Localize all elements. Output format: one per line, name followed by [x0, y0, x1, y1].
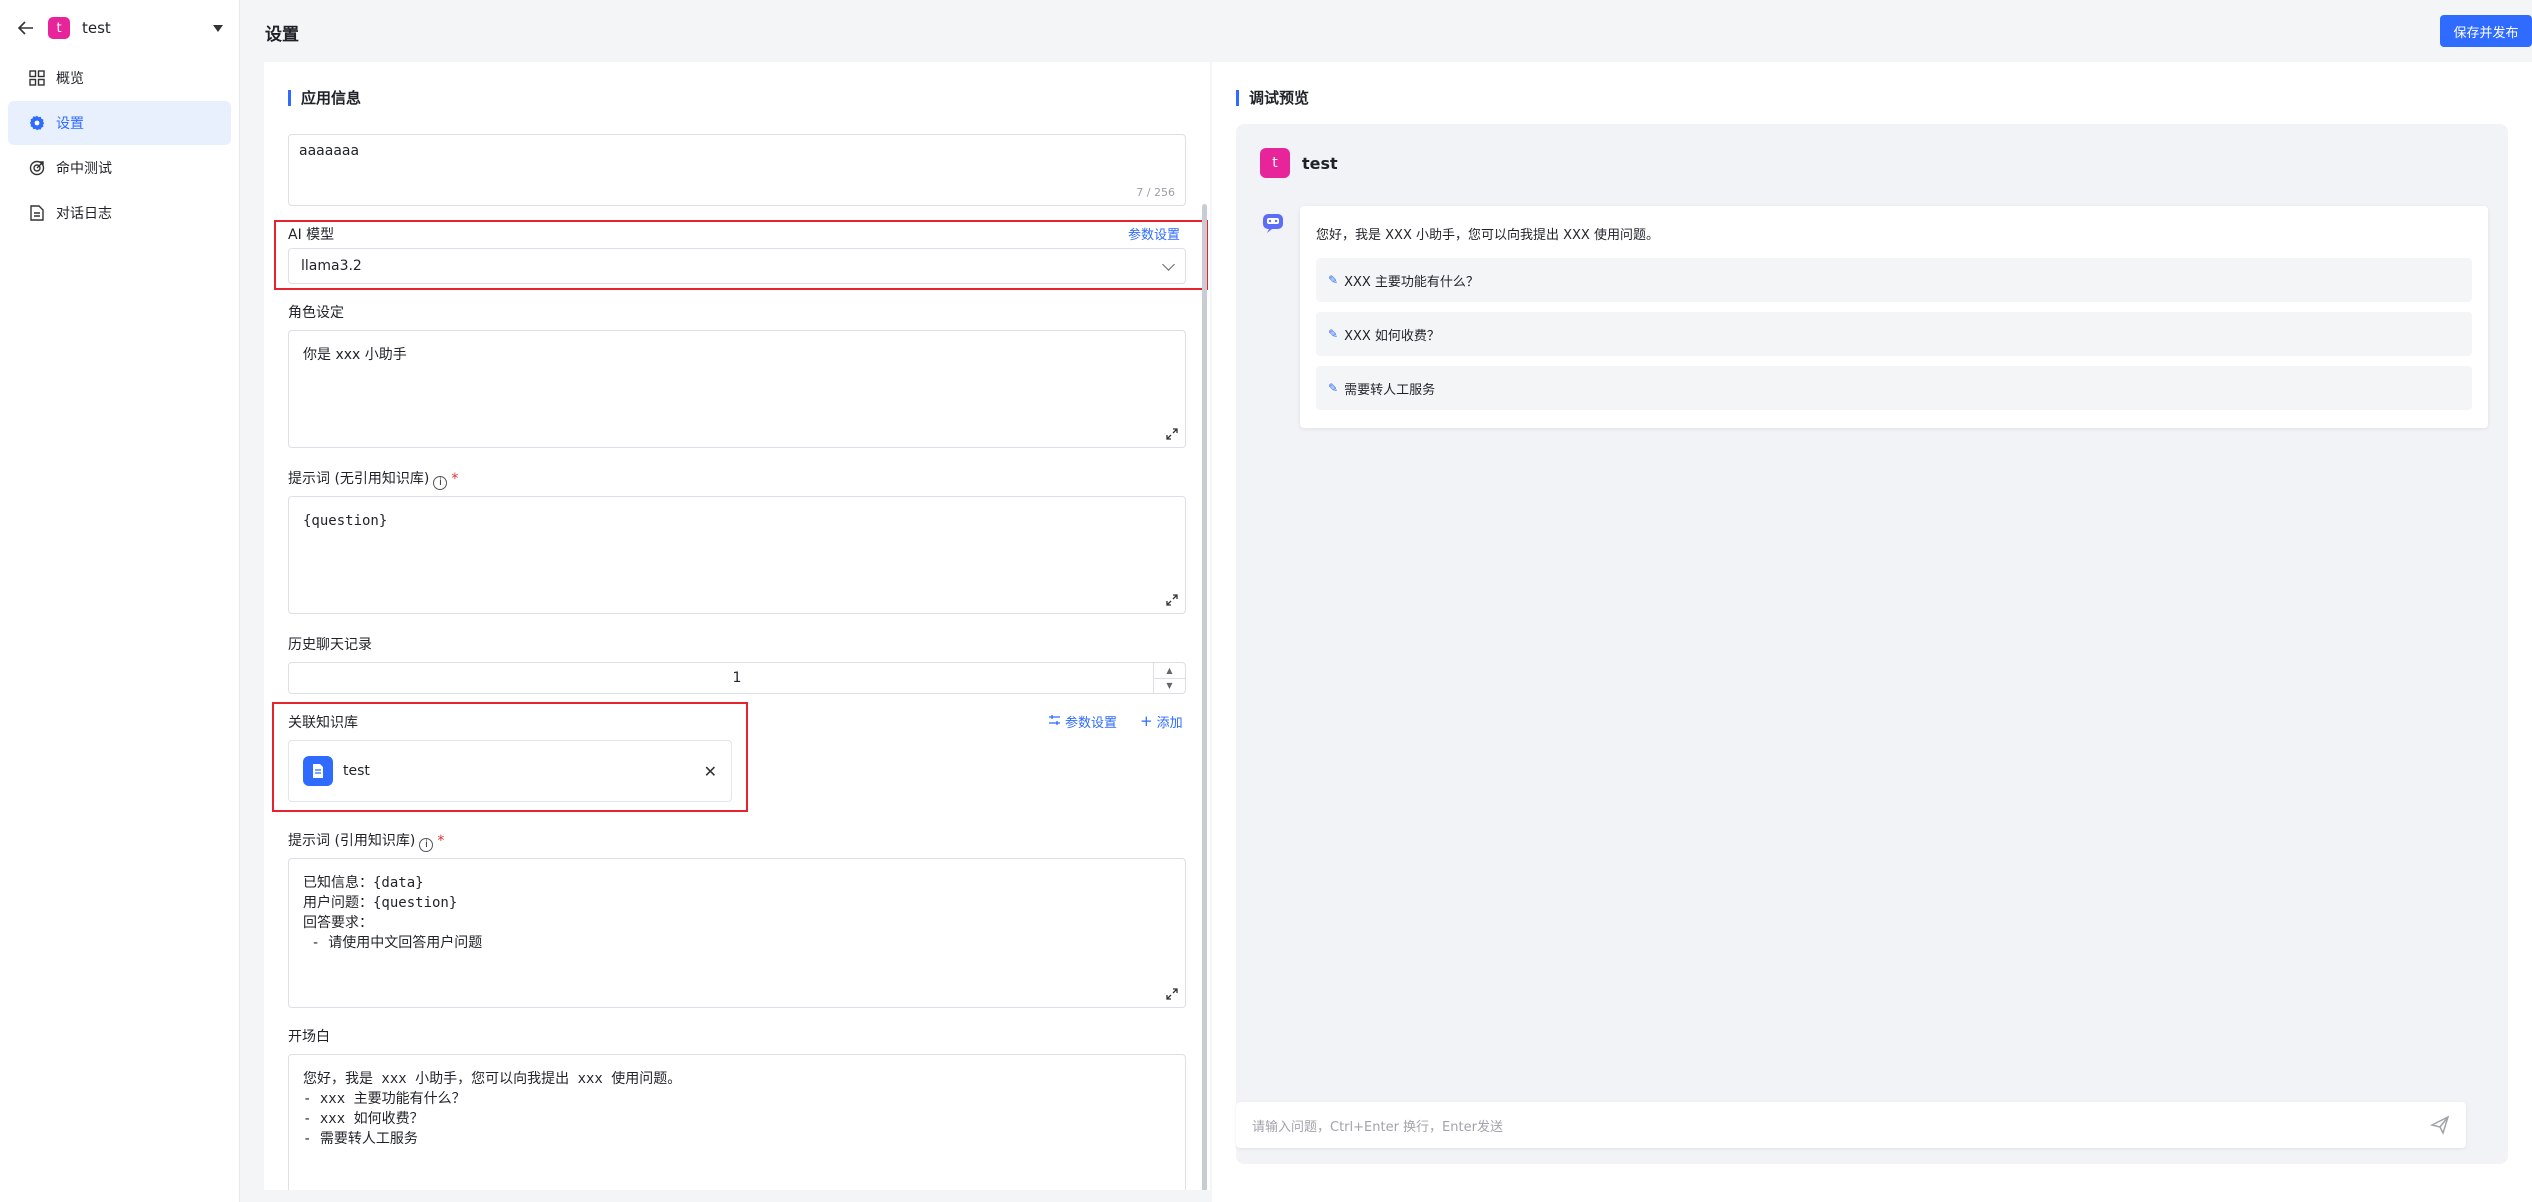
- document-icon: [28, 204, 46, 222]
- prompt-kb-label-text: 提示词 (引用知识库): [288, 833, 416, 849]
- sidebar-item-label: 命中测试: [56, 161, 112, 177]
- sidebar-item-hit-test[interactable]: 命中测试: [8, 146, 231, 190]
- save-and-publish-button[interactable]: 保存并发布: [2440, 15, 2532, 47]
- settings-scrollbar[interactable]: [1202, 204, 1207, 1190]
- bot-name: test: [1302, 153, 1338, 173]
- kb-label: 关联知识库: [288, 715, 358, 731]
- prompt-kb-field[interactable]: 已知信息：{data} 用户问题：{question} 回答要求： - 请使用中…: [288, 858, 1186, 1008]
- opening-value: 您好，我是 xxx 小助手，您可以向我提出 xxx 使用问题。 - xxx 主要…: [303, 1071, 682, 1147]
- kb-param-settings-label: 参数设置: [1065, 716, 1118, 731]
- sidebar-item-label: 设置: [56, 116, 84, 132]
- pencil-icon: ✎: [1328, 381, 1339, 395]
- prompt-kb-label: 提示词 (引用知识库) i *: [288, 830, 444, 852]
- prompt-no-kb-field[interactable]: {question}: [288, 496, 1186, 614]
- greeting-text: 您好，我是 XXX 小助手，您可以向我提出 XXX 使用问题。: [1316, 228, 1659, 243]
- pencil-icon: ✎: [1328, 273, 1339, 287]
- opening-field[interactable]: 您好，我是 xxx 小助手，您可以向我提出 xxx 使用问题。 - xxx 主要…: [288, 1054, 1186, 1190]
- role-value: 你是 xxx 小助手: [303, 347, 407, 363]
- bot-message: 您好，我是 XXX 小助手，您可以向我提出 XXX 使用问题。 ✎ XXX 主要…: [1300, 206, 2488, 428]
- ai-model-selected-value: llama3.2: [301, 258, 362, 274]
- sliders-icon: [1048, 714, 1061, 730]
- suggestion-text: 需要转人工服务: [1344, 382, 1436, 398]
- app-avatar: t: [48, 17, 70, 39]
- settings-panel: 应用信息 aaaaaaa 7 / 256 AI 模型 参数设置 llama3.2…: [264, 62, 1210, 1190]
- opening-label: 开场白: [288, 1029, 330, 1045]
- gear-icon: [28, 114, 46, 132]
- send-icon[interactable]: [2430, 1115, 2450, 1135]
- preview-area: t test 您好，我是 XXX 小助手，您可以向我提出 XXX 使用问题。 ✎…: [1236, 124, 2508, 1164]
- chevron-down-icon: [1162, 257, 1175, 271]
- expand-icon[interactable]: [1165, 987, 1179, 1001]
- app-description-field[interactable]: aaaaaaa 7 / 256: [288, 134, 1186, 206]
- decrement-icon[interactable]: ▼: [1154, 677, 1185, 694]
- bot-avatar: t: [1260, 148, 1290, 178]
- app-switcher-caret-icon[interactable]: [213, 24, 223, 32]
- prompt-kb-value: 已知信息：{data} 用户问题：{question} 回答要求： - 请使用中…: [303, 875, 483, 951]
- preview-panel: 调试预览 t test 您好，我是 XXX 小助手，您可以向我提出 XXX 使用…: [1212, 62, 2532, 1202]
- stepper-controls: ▲ ▼: [1153, 663, 1185, 693]
- sidebar-header: t test: [0, 0, 239, 56]
- sidebar: t test 概览 设置 命中测试 对话日志: [0, 0, 240, 1202]
- pencil-icon: ✎: [1328, 327, 1339, 341]
- history-count-stepper[interactable]: 1 ▲ ▼: [288, 662, 1186, 694]
- kb-param-settings-link[interactable]: 参数设置: [1048, 712, 1117, 731]
- sidebar-nav: 概览 设置 命中测试 对话日志: [0, 56, 239, 235]
- add-kb-label: 添加: [1156, 716, 1183, 731]
- section-title-app-info: 应用信息: [288, 90, 361, 106]
- info-icon[interactable]: i: [433, 476, 448, 490]
- required-mark: *: [437, 833, 445, 849]
- suggestion-item[interactable]: ✎ XXX 主要功能有什么？: [1316, 258, 2472, 302]
- preview-header: t test: [1260, 148, 1338, 178]
- sidebar-item-overview[interactable]: 概览: [8, 56, 231, 100]
- robot-icon: [1263, 214, 1283, 233]
- prompt-no-kb-label: 提示词 (无引用知识库) i *: [288, 468, 458, 490]
- history-count-value: 1: [732, 670, 742, 686]
- app-name: test: [82, 19, 111, 37]
- history-label: 历史聊天记录: [288, 637, 372, 653]
- ai-model-select[interactable]: llama3.2: [288, 248, 1186, 284]
- increment-icon[interactable]: ▲: [1154, 663, 1185, 678]
- ai-model-label: AI 模型: [288, 227, 335, 243]
- role-field[interactable]: 你是 xxx 小助手: [288, 330, 1186, 448]
- kb-name: test: [343, 763, 370, 779]
- info-icon[interactable]: i: [419, 838, 434, 852]
- knowledge-base-icon: [303, 756, 333, 786]
- suggestion-text: XXX 如何收费？: [1344, 328, 1440, 344]
- sidebar-item-label: 概览: [56, 71, 84, 87]
- char-counter: 7 / 256: [1136, 186, 1175, 199]
- page-title: 设置: [265, 25, 299, 45]
- plus-icon: +: [1140, 712, 1153, 730]
- sidebar-item-chat-log[interactable]: 对话日志: [8, 191, 231, 235]
- ai-model-param-settings-link[interactable]: 参数设置: [1128, 224, 1180, 243]
- suggestion-text: XXX 主要功能有什么？: [1344, 274, 1479, 290]
- section-title-preview: 调试预览: [1236, 90, 1309, 106]
- close-icon[interactable]: ✕: [704, 762, 717, 781]
- required-mark: *: [451, 471, 459, 487]
- kb-card[interactable]: test ✕: [288, 740, 732, 802]
- target-icon: [28, 159, 46, 177]
- prompt-no-kb-value: {question}: [303, 513, 388, 529]
- sidebar-item-settings[interactable]: 设置: [8, 101, 231, 145]
- app-description-value: aaaaaaa: [299, 143, 360, 159]
- suggestion-item[interactable]: ✎ 需要转人工服务: [1316, 366, 2472, 410]
- role-label: 角色设定: [288, 305, 344, 321]
- expand-icon[interactable]: [1165, 593, 1179, 607]
- suggestion-item[interactable]: ✎ XXX 如何收费？: [1316, 312, 2472, 356]
- chat-input[interactable]: 请输入问题，Ctrl+Enter 换行，Enter发送: [1236, 1102, 2466, 1148]
- grid-icon: [28, 69, 46, 87]
- sidebar-item-label: 对话日志: [56, 206, 112, 222]
- prompt-no-kb-label-text: 提示词 (无引用知识库): [288, 471, 430, 487]
- expand-icon[interactable]: [1165, 427, 1179, 441]
- add-kb-link[interactable]: + 添加: [1140, 712, 1183, 732]
- back-arrow-icon[interactable]: [16, 18, 36, 38]
- chat-input-placeholder: 请输入问题，Ctrl+Enter 换行，Enter发送: [1252, 1119, 1503, 1135]
